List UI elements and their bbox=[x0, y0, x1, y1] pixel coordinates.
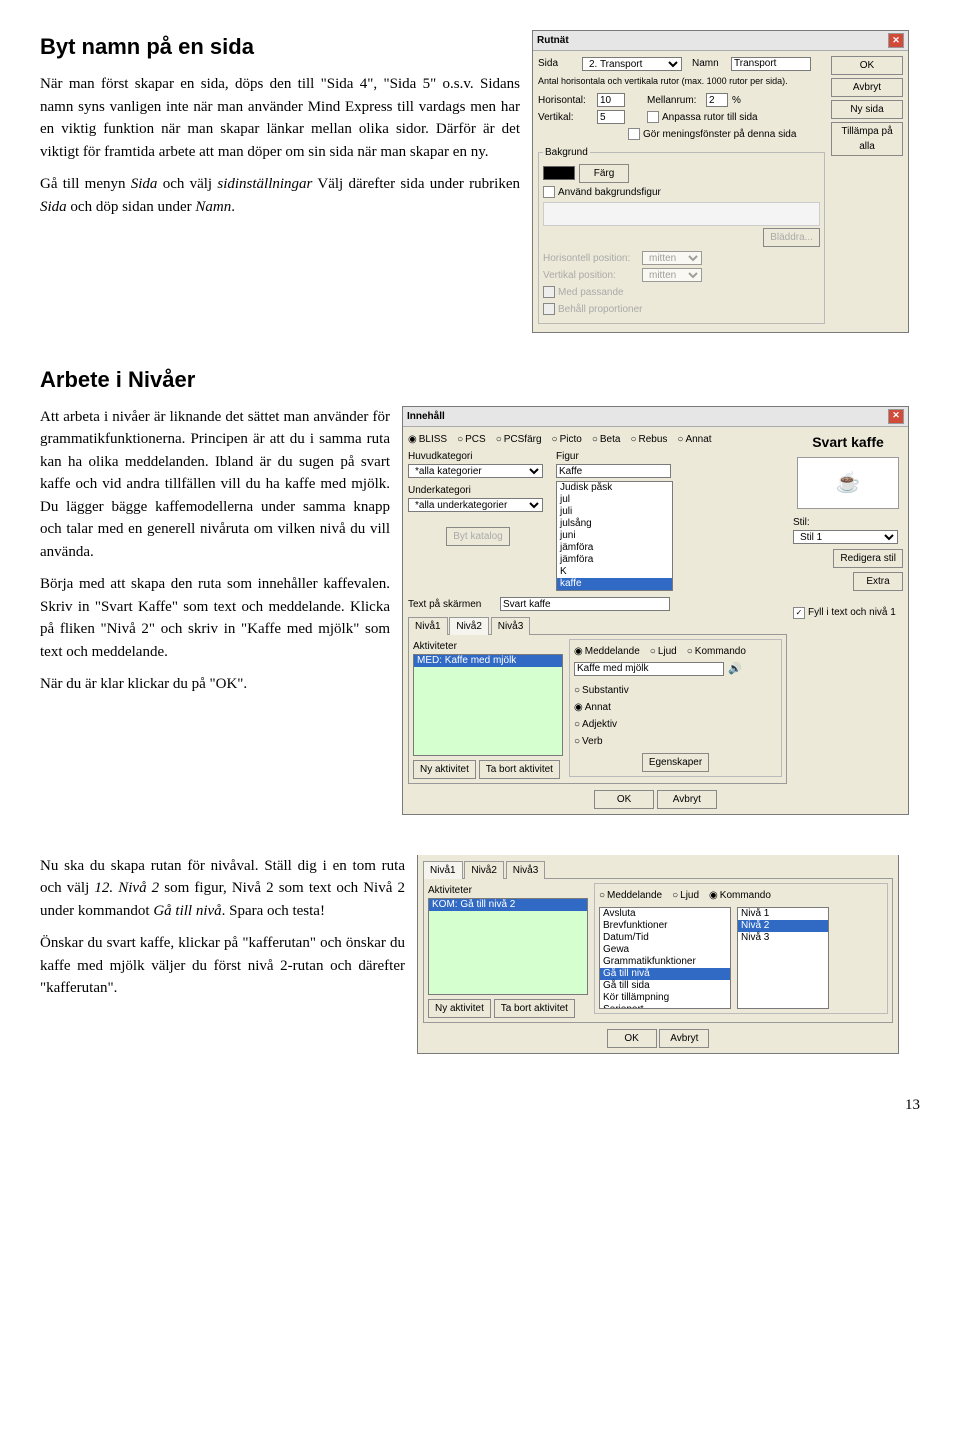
tab-niva1[interactable]: Nivå1 bbox=[408, 617, 448, 635]
para: Börja med att skapa den ruta som innehål… bbox=[40, 573, 390, 663]
tab-niva2[interactable]: Nivå2 bbox=[449, 617, 489, 635]
select-sida[interactable]: 2. Transport bbox=[582, 57, 682, 71]
radio-annat[interactable]: ○ Annat bbox=[677, 432, 711, 447]
select-huvudkategori[interactable]: *alla kategorier bbox=[408, 464, 543, 478]
select-underkategori[interactable]: *alla underkategorier bbox=[408, 498, 543, 512]
button-ok[interactable]: OK bbox=[594, 790, 654, 809]
radio-beta[interactable]: ○ Beta bbox=[592, 432, 621, 447]
checkbox-anvand-bakgrund[interactable]: Använd bakgrundsfigur bbox=[543, 185, 661, 200]
tab-niva1[interactable]: Nivå1 bbox=[423, 861, 463, 879]
radio-meddelande[interactable]: ○ Meddelande bbox=[599, 888, 662, 903]
button-farg[interactable]: Färg bbox=[579, 164, 629, 183]
speaker-icon[interactable]: 🔊 bbox=[728, 661, 742, 678]
button-avbryt[interactable]: Avbryt bbox=[659, 1029, 709, 1048]
tab-niva3[interactable]: Nivå3 bbox=[506, 861, 546, 879]
checkbox-anpassa[interactable]: Anpassa rutor till sida bbox=[647, 110, 758, 125]
dialog-title: Rutnät bbox=[537, 33, 569, 48]
radio-adjektiv[interactable]: ○ Adjektiv bbox=[574, 717, 617, 732]
button-ok[interactable]: OK bbox=[831, 56, 903, 75]
symbol-preview: ☕ bbox=[797, 457, 899, 509]
input-vertikal[interactable] bbox=[597, 110, 625, 124]
select-stil[interactable]: Stil 1 bbox=[793, 530, 898, 544]
radio-picto[interactable]: ○ Picto bbox=[552, 432, 582, 447]
button-tabort-aktivitet[interactable]: Ta bort aktivitet bbox=[479, 760, 560, 779]
radio-group-symboltype: ◉ BLISS ○ PCS ○ PCSfärg ○ Picto ○ Beta ○… bbox=[408, 432, 787, 447]
select-hpos: mitten bbox=[642, 251, 702, 265]
button-redigera-stil[interactable]: Redigera stil bbox=[833, 549, 903, 568]
radio-ljud[interactable]: ○ Ljud bbox=[650, 644, 677, 659]
tab-niva2[interactable]: Nivå2 bbox=[464, 861, 504, 879]
input-meddelande[interactable] bbox=[574, 662, 724, 676]
radio-rebus[interactable]: ○ Rebus bbox=[630, 432, 667, 447]
button-tabort-aktivitet[interactable]: Ta bort aktivitet bbox=[494, 999, 575, 1018]
button-extra[interactable]: Extra bbox=[853, 572, 903, 591]
input-horisontal[interactable] bbox=[597, 93, 625, 107]
para: Önskar du svart kaffe, klickar på "kaffe… bbox=[40, 932, 405, 1000]
tab-niva3[interactable]: Nivå3 bbox=[491, 617, 531, 635]
radio-kommando[interactable]: ○ Kommando bbox=[687, 644, 746, 659]
input-figur[interactable] bbox=[556, 464, 671, 478]
button-egenskaper[interactable]: Egenskaper bbox=[642, 753, 709, 772]
label-namn: Namn bbox=[692, 56, 727, 71]
button-ny-sida[interactable]: Ny sida bbox=[831, 100, 903, 119]
input-text-skarm[interactable] bbox=[500, 597, 670, 611]
radio-meddelande[interactable]: ◉ Meddelande bbox=[574, 644, 640, 659]
dialog-innehall: Innehåll ✕ ◉ BLISS ○ PCS ○ PCSfärg ○ Pic… bbox=[402, 406, 909, 815]
para: När du är klar klickar du på "OK". bbox=[40, 673, 390, 696]
listbox-kommandon[interactable]: Avsluta Brevfunktioner Datum/Tid Gewa Gr… bbox=[599, 907, 731, 1009]
button-avbryt[interactable]: Avbryt bbox=[831, 78, 903, 97]
heading-byt-namn: Byt namn på en sida bbox=[40, 30, 520, 63]
label-sida: Sida bbox=[538, 56, 578, 71]
label-antal: Antal horisontala och vertikala rutor (m… bbox=[538, 75, 825, 89]
fieldset-bakgrund: Bakgrund Färg Använd bakgrundsfigur Bläd… bbox=[538, 145, 825, 324]
dialog-bottom-partial: Nivå1 Nivå2 Nivå3 Aktiviteter KOM: Gå ti… bbox=[417, 855, 899, 1054]
checkbox-fyll[interactable]: ✓Fyll i text och nivå 1 bbox=[793, 605, 896, 620]
checkbox-meningsfonster[interactable]: Gör meningsfönster på denna sida bbox=[628, 127, 796, 142]
button-tillampa[interactable]: Tillämpa på alla bbox=[831, 122, 903, 156]
button-bladdra: Bläddra... bbox=[763, 228, 820, 247]
radio-verb[interactable]: ○ Verb bbox=[574, 734, 603, 749]
dialog-title: Innehåll bbox=[407, 409, 445, 424]
radio-bliss[interactable]: ◉ BLISS bbox=[408, 432, 447, 447]
button-ok[interactable]: OK bbox=[607, 1029, 657, 1048]
preview-title: Svart kaffe bbox=[793, 432, 903, 453]
para: När man först skapar en sida, döps den t… bbox=[40, 73, 520, 163]
page-number: 13 bbox=[40, 1094, 920, 1117]
radio-pcs[interactable]: ○ PCS bbox=[457, 432, 486, 447]
input-namn[interactable] bbox=[731, 57, 811, 71]
close-icon[interactable]: ✕ bbox=[888, 409, 904, 424]
radio-annat-sub[interactable]: ◉ Annat bbox=[574, 700, 611, 715]
dialog-rutnat: Rutnät ✕ Sida 2. Transport Namn Antal ho… bbox=[532, 30, 909, 333]
listbox-aktiviteter[interactable]: KOM: Gå till nivå 2 bbox=[428, 898, 588, 995]
button-avbryt[interactable]: Avbryt bbox=[657, 790, 717, 809]
listbox-nivaer[interactable]: Nivå 1 Nivå 2 Nivå 3 bbox=[737, 907, 829, 1009]
heading-arbete-nivaer: Arbete i Nivåer bbox=[40, 363, 920, 396]
select-vpos: mitten bbox=[642, 268, 702, 282]
radio-pcsfarg[interactable]: ○ PCSfärg bbox=[496, 432, 542, 447]
close-icon[interactable]: ✕ bbox=[888, 33, 904, 48]
button-byt-katalog: Byt katalog bbox=[446, 527, 509, 546]
radio-ljud[interactable]: ○ Ljud bbox=[672, 888, 699, 903]
listbox-figurer[interactable]: Judisk påsk jul juli julsång juni jämför… bbox=[556, 481, 673, 591]
para: Att arbeta i nivåer är liknande det sätt… bbox=[40, 406, 390, 564]
color-swatch[interactable] bbox=[543, 166, 575, 180]
listbox-aktiviteter[interactable]: MED: Kaffe med mjölk bbox=[413, 654, 563, 756]
para: Gå till menyn Sida och välj sidinställni… bbox=[40, 173, 520, 218]
button-ny-aktivitet[interactable]: Ny aktivitet bbox=[428, 999, 491, 1018]
para: Nu ska du skapa rutan för nivåval. Ställ… bbox=[40, 855, 405, 923]
radio-substantiv[interactable]: ○ Substantiv bbox=[574, 683, 629, 698]
input-mellanrum[interactable] bbox=[706, 93, 728, 107]
button-ny-aktivitet[interactable]: Ny aktivitet bbox=[413, 760, 476, 779]
radio-kommando[interactable]: ◉ Kommando bbox=[709, 888, 771, 903]
